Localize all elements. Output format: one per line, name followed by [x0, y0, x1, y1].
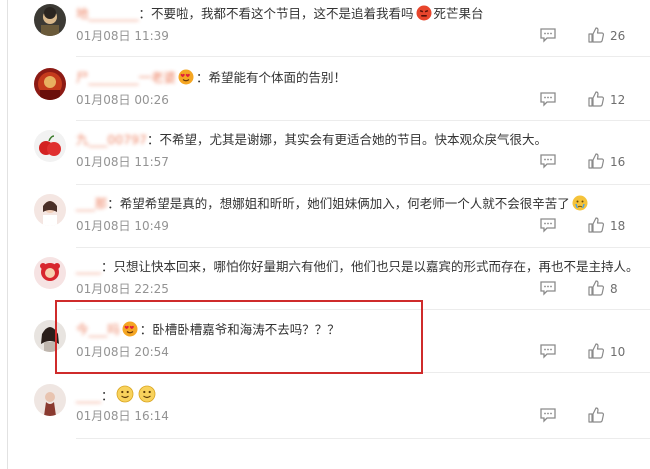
thumbs-up-icon[interactable] [587, 279, 605, 297]
comment-text: ：希望能有个体面的告别！ [196, 70, 347, 85]
reply-icon[interactable] [539, 27, 557, 43]
like-count: 8 [610, 282, 618, 296]
reply-icon[interactable] [539, 153, 557, 169]
teary-face-emoji [572, 195, 588, 216]
thumbs-up-icon[interactable] [587, 342, 605, 360]
username-link[interactable]: ____ [76, 387, 101, 405]
username-link[interactable]: ___那 [76, 195, 107, 213]
avatar[interactable] [34, 194, 66, 226]
thumbs-up-icon[interactable] [587, 216, 605, 234]
comment-time: 01月08日 22:25 [76, 282, 169, 296]
comment-text: ：希望希望是真的，想娜姐和昕昕，她们姐妹俩加入，何老师一个人就不会很辛苦了 [107, 196, 570, 211]
reply-icon[interactable] [539, 407, 557, 423]
username-link[interactable]: 九___00797 [76, 131, 147, 149]
highlight-box [55, 300, 423, 374]
comment-time: 01月08日 16:14 [76, 409, 169, 423]
comment-time: 01月08日 11:57 [76, 155, 169, 169]
smiley-emoji [116, 385, 134, 408]
divider [76, 247, 650, 248]
reply-icon[interactable] [539, 91, 557, 107]
divider [76, 184, 650, 185]
comment-text: ： [101, 388, 114, 403]
divider [76, 438, 650, 439]
like-count: 10 [610, 345, 626, 359]
heart-eyes-emoji [178, 69, 194, 90]
thumbs-up-icon[interactable] [587, 406, 605, 424]
username-link[interactable]: ____ [76, 258, 101, 276]
comment-text: ：只想让快本回来，哪怕你好量期六有他们，他们也只是以嘉宾的形式而存在，再也不是主… [101, 259, 639, 274]
like-count: 12 [610, 93, 626, 107]
comment-item: 九___00797：不希望，尤其是谢娜，其实会有更适合她的节目。快本观众戾气很大… [0, 128, 650, 192]
angry-face-emoji [416, 5, 432, 26]
smiley-emoji [138, 385, 156, 408]
reply-icon[interactable] [539, 343, 557, 359]
username-link[interactable]: 尸________一老婆 [76, 69, 176, 87]
avatar[interactable] [34, 384, 66, 416]
reply-icon[interactable] [539, 280, 557, 296]
thumbs-up-icon[interactable] [587, 152, 605, 170]
comment-time: 01月08日 00:26 [76, 93, 169, 107]
thumbs-up-icon[interactable] [587, 90, 605, 108]
comment-time: 01月08日 10:49 [76, 219, 169, 233]
avatar[interactable] [34, 68, 66, 100]
comment-list: 地________：不要啦，我都不看这个节目，这不是追着我看吗 死芒果台 01月0… [0, 0, 650, 469]
comment-text-tail: 死芒果台 [433, 6, 484, 21]
comment-time: 01月08日 11:39 [76, 29, 169, 43]
divider [76, 120, 650, 121]
avatar[interactable] [34, 257, 66, 289]
comment-text: ：不希望，尤其是谢娜，其实会有更适合她的节目。快本观众戾气很大。 [147, 132, 548, 147]
like-count: 18 [610, 219, 626, 233]
comment-item: ____： 01月08日 16:14 [0, 382, 650, 446]
avatar[interactable] [34, 130, 66, 162]
thumbs-up-icon[interactable] [587, 26, 605, 44]
divider [76, 56, 650, 57]
like-count: 26 [610, 29, 626, 43]
like-count: 16 [610, 155, 626, 169]
avatar[interactable] [34, 4, 66, 36]
reply-icon[interactable] [539, 217, 557, 233]
username-link[interactable]: 地________ [76, 5, 139, 23]
comment-text: ：不要啦，我都不看这个节目，这不是追着我看吗 [138, 6, 414, 21]
